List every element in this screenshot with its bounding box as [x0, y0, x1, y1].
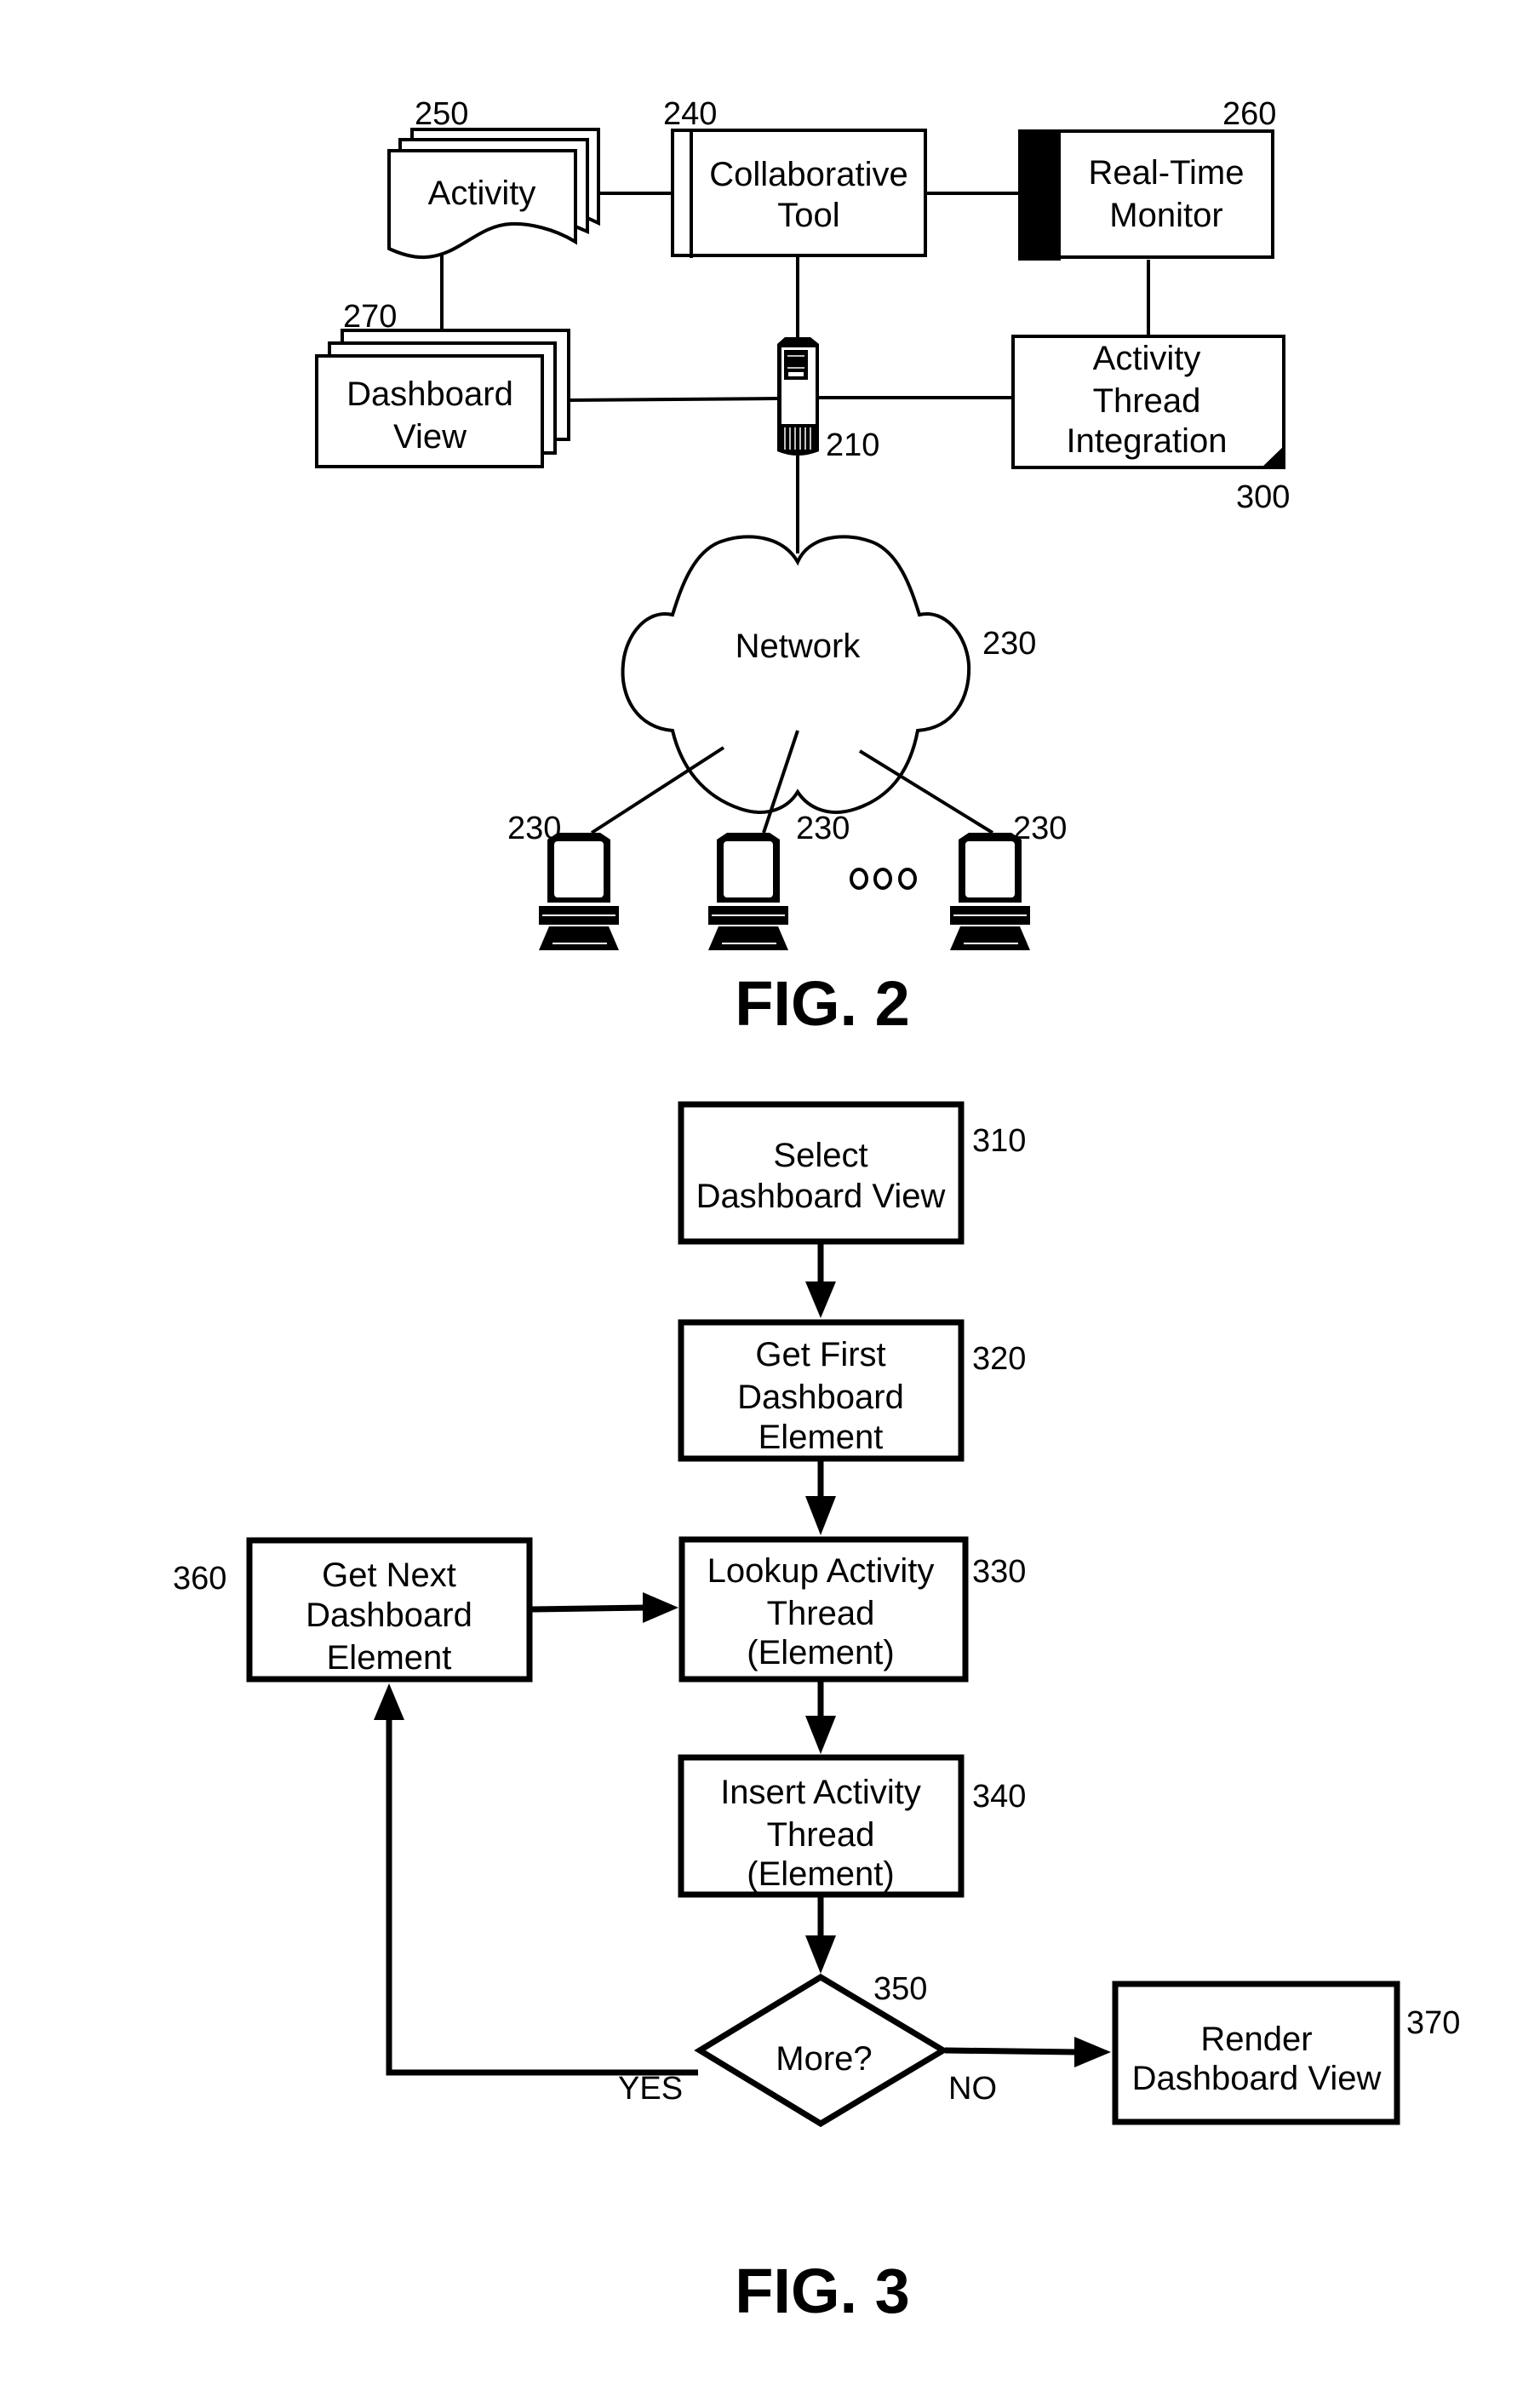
step-320-line-3: Element: [759, 1419, 884, 1456]
real-time-monitor-box[interactable]: Real-Time Monitor 260: [1018, 96, 1276, 261]
step-370-render-dashboard-view[interactable]: Render Dashboard View 370: [1112, 1981, 1460, 2125]
arrowhead-360-330: [643, 1592, 678, 1623]
dashboard-view-line-1: Dashboard: [346, 376, 513, 413]
step-330-line-3: (Element): [747, 1634, 894, 1671]
client-3-ref: 230: [1013, 811, 1067, 846]
arrowhead-340-350: [805, 1935, 836, 1974]
collaborative-tool-line-2: Tool: [777, 197, 839, 234]
decision-350-ref: 350: [873, 1971, 927, 2007]
collaborative-tool-ref: 240: [663, 96, 717, 132]
decision-350-more[interactable]: More? 350: [694, 1971, 949, 2128]
fig3: Select Dashboard View 310 Get First Dash…: [173, 1101, 1460, 2326]
arrowhead-330-340: [805, 1716, 836, 1754]
dashboard-view-ref: 270: [343, 299, 397, 335]
activity-thread-integration-box[interactable]: Activity Thread Integration 300: [1011, 335, 1290, 515]
step-340-ref: 340: [972, 1779, 1026, 1815]
real-time-monitor-ref: 260: [1222, 96, 1276, 132]
no-label: NO: [948, 2071, 997, 2107]
step-360-ref: 360: [173, 1561, 226, 1597]
cloud-shape: [621, 535, 971, 814]
patent-figures: Activity 250 Collaborative Tool 240 Real…: [173, 96, 1460, 2326]
step-320-ref: 320: [972, 1341, 1026, 1377]
client-computer-3[interactable]: [950, 833, 1030, 950]
step-370-line-1: Render: [1200, 2021, 1312, 2058]
step-360-get-next-element[interactable]: Get Next Dashboard Element 360: [173, 1537, 533, 1683]
activity-label: Activity: [428, 175, 536, 212]
connector-dashboard-server: [568, 397, 778, 402]
fig3-caption: FIG. 3: [735, 2256, 910, 2326]
client-computer-2[interactable]: [708, 833, 788, 950]
step-310-line-1: Select: [773, 1137, 867, 1174]
step-320-line-1: Get First: [755, 1336, 885, 1373]
step-310-select-dashboard-view[interactable]: Select Dashboard View 310: [678, 1101, 1026, 1245]
step-370-ref: 370: [1406, 2005, 1460, 2041]
collaborative-tool-box[interactable]: Collaborative Tool 240: [663, 96, 927, 258]
arrow-360-330: [531, 1604, 648, 1613]
client-computer-1[interactable]: [539, 833, 619, 950]
step-360-line-3: Element: [327, 1639, 452, 1677]
dashboard-view-line-2: View: [393, 418, 467, 456]
step-330-lookup-activity-thread[interactable]: Lookup Activity Thread (Element) 330: [678, 1536, 1026, 1683]
step-310-ref: 310: [972, 1123, 1026, 1159]
step-330-line-2: Thread: [767, 1595, 875, 1632]
integration-ref: 300: [1236, 479, 1290, 515]
network-ref: 230: [982, 626, 1036, 662]
client-2-ref: 230: [796, 811, 850, 846]
integration-line-3: Integration: [1066, 422, 1227, 460]
integration-line-1: Activity: [1093, 340, 1201, 377]
connector-network-client-1: [590, 746, 725, 834]
step-360-line-2: Dashboard: [306, 1597, 472, 1634]
step-360-line-1: Get Next: [322, 1557, 456, 1594]
arrowhead-350-370: [1074, 2037, 1111, 2067]
arrowhead-320-330: [805, 1496, 836, 1535]
server-icon[interactable]: [777, 337, 819, 456]
decision-350-label: More?: [776, 2040, 872, 2078]
arrowhead-310-320: [805, 1281, 836, 1318]
step-370-line-2: Dashboard View: [1132, 2060, 1382, 2097]
arrow-350-370: [944, 2047, 1078, 2055]
network-label: Network: [736, 628, 862, 665]
step-320-get-first-element[interactable]: Get First Dashboard Element 320: [678, 1319, 1026, 1462]
yes-label: YES: [618, 2071, 683, 2107]
server-ref: 210: [826, 427, 879, 463]
client-1-ref: 230: [507, 811, 561, 846]
integration-line-2: Thread: [1093, 382, 1201, 420]
yes-loop-line: [386, 1720, 698, 2076]
step-340-line-1: Insert Activity: [720, 1774, 921, 1811]
step-330-ref: 330: [972, 1554, 1026, 1590]
fig2-caption: FIG. 2: [735, 968, 910, 1039]
step-310-line-2: Dashboard View: [696, 1178, 946, 1215]
activity-document-stack[interactable]: Activity 250: [387, 96, 600, 260]
fig2: Activity 250 Collaborative Tool 240 Real…: [315, 96, 1290, 1039]
step-340-line-3: (Element): [747, 1855, 894, 1893]
step-340-insert-activity-thread[interactable]: Insert Activity Thread (Element) 340: [678, 1754, 1026, 1898]
more-clients-ellipsis-icon: [850, 868, 917, 890]
real-time-monitor-line-1: Real-Time: [1089, 154, 1245, 192]
activity-ref: 250: [415, 96, 468, 132]
collaborative-tool-line-1: Collaborative: [709, 156, 907, 193]
arrowhead-350-360: [374, 1683, 404, 1720]
step-340-line-2: Thread: [767, 1816, 875, 1854]
step-330-line-1: Lookup Activity: [707, 1552, 935, 1590]
step-320-line-2: Dashboard: [737, 1379, 904, 1416]
real-time-monitor-line-2: Monitor: [1109, 197, 1222, 234]
real-time-monitor-dark-bar: [1018, 129, 1061, 261]
